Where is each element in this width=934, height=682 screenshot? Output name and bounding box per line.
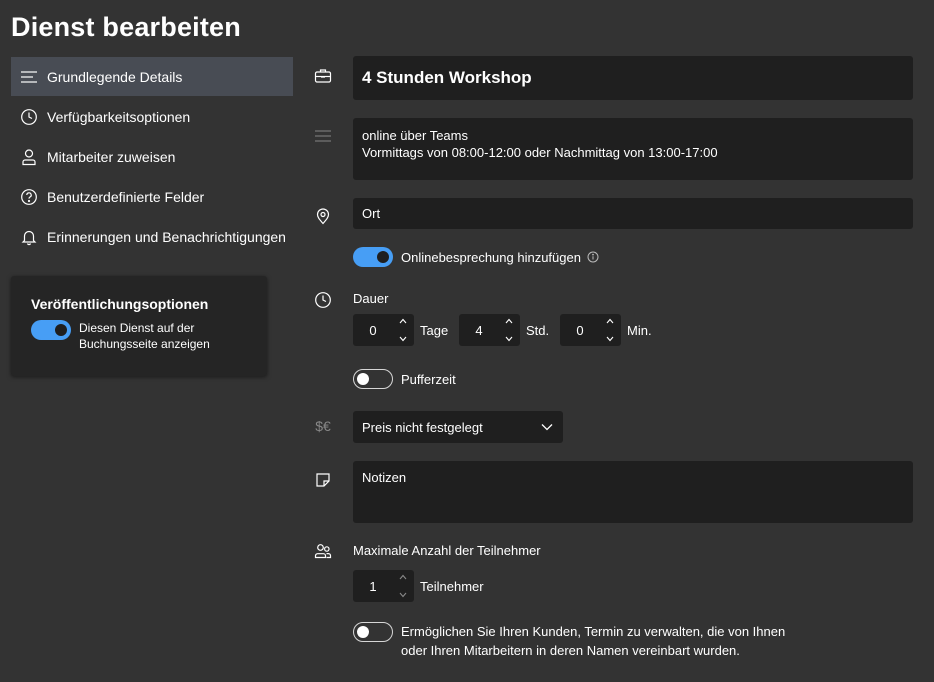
max-attendees-value: 1 [369,578,377,594]
duration-hours-unit: Std. [526,322,550,338]
max-attendees-label: Maximale Anzahl der Teilnehmer [353,543,541,558]
location-pin-icon [313,206,333,226]
nav-item-label: Mitarbeiter zuweisen [47,148,176,165]
duration-clock-icon [313,290,333,310]
customer-manage-toggle[interactable] [353,622,393,642]
show-on-booking-page-label: Diesen Dienst auf der Buchungsseite anze… [79,321,210,351]
service-name-input[interactable]: 4 Stunden Workshop [353,56,913,100]
duration-days-value: 0 [369,322,377,338]
chevron-down-icon[interactable] [605,334,615,344]
duration-minutes-group: 0 Min. [560,314,652,346]
description-lines-icon [313,126,333,146]
chevron-down-icon[interactable] [504,334,514,344]
max-attendees-unit: Teilnehmer [420,578,484,594]
publish-options-title: Veröffentlichungsoptionen [31,296,209,312]
sticky-note-icon [313,470,333,490]
bell-icon [20,228,38,246]
duration-days-unit: Tage [420,322,449,338]
nav-item-reminders[interactable]: Erinnerungen und Benachrichtigungen [11,217,293,256]
notes-textarea[interactable]: Notizen [353,461,913,523]
buffer-label: Pufferzeit [401,371,456,387]
nav-item-basic-details[interactable]: Grundlegende Details [11,57,293,96]
online-meeting-toggle[interactable] [353,247,393,267]
info-icon[interactable] [587,251,599,263]
question-icon [20,188,38,206]
description-line: Vormittags von 08:00-12:00 oder Nachmitt… [362,145,718,160]
duration-days-group: 0 Tage [353,314,448,346]
chevron-down-icon[interactable] [398,590,408,600]
location-input[interactable]: Ort [353,198,913,229]
duration-hours-value: 4 [475,322,483,338]
customer-manage-label: Ermöglichen Sie Ihren Kunden, Termin zu … [401,622,785,660]
max-attendees-group: 1 Teilnehmer [353,570,484,602]
max-attendees-stepper[interactable]: 1 [353,570,414,602]
price-dropdown-value: Preis nicht festgelegt [362,419,483,435]
chevron-down-icon [541,424,553,431]
duration-minutes-value: 0 [576,322,584,338]
show-on-booking-page-toggle[interactable] [31,320,71,340]
page-title: Dienst bearbeiten [11,12,241,42]
duration-minutes-stepper[interactable]: 0 [560,314,621,346]
chevron-down-icon[interactable] [398,334,408,344]
price-dropdown[interactable]: Preis nicht festgelegt [353,411,563,443]
briefcase-icon [313,66,333,86]
person-icon [20,148,38,166]
nav-item-label: Erinnerungen und Benachrichtigungen [47,228,286,245]
duration-hours-stepper[interactable]: 4 [459,314,520,346]
customer-manage-row: Ermöglichen Sie Ihren Kunden, Termin zu … [353,622,785,660]
chevron-up-icon[interactable] [605,316,615,326]
sidebar-nav: Grundlegende Details Verfügbarkeitsoptio… [11,57,293,257]
chevron-up-icon[interactable] [398,316,408,326]
nav-item-label: Benutzerdefinierte Felder [47,188,205,205]
duration-days-stepper[interactable]: 0 [353,314,414,346]
nav-item-label: Verfügbarkeitsoptionen [47,108,191,125]
chevron-up-icon[interactable] [504,316,514,326]
clock-icon [20,108,38,126]
chevron-up-icon[interactable] [398,572,408,582]
nav-item-label: Grundlegende Details [47,68,183,85]
description-line: online über Teams [362,128,468,143]
duration-label: Dauer [353,291,389,306]
currency-icon: $€ [315,418,331,434]
buffer-row: Pufferzeit [353,369,456,389]
nav-item-custom-fields[interactable]: Benutzerdefinierte Felder [11,177,293,216]
lines-icon [20,68,38,86]
nav-item-assign-staff[interactable]: Mitarbeiter zuweisen [11,137,293,176]
customer-manage-label-line: oder Ihren Mitarbeitern in deren Namen v… [401,643,740,658]
customer-manage-label-line: Ermöglichen Sie Ihren Kunden, Termin zu … [401,624,786,639]
online-meeting-row: Onlinebesprechung hinzufügen [353,247,599,267]
duration-minutes-unit: Min. [627,322,652,338]
duration-hours-group: 4 Std. [459,314,549,346]
buffer-toggle[interactable] [353,369,393,389]
publish-options-card: Veröffentlichungsoptionen Diesen Dienst … [11,276,267,376]
online-meeting-label: Onlinebesprechung hinzufügen [401,249,581,265]
people-icon [313,541,333,561]
nav-item-availability[interactable]: Verfügbarkeitsoptionen [11,97,293,136]
description-textarea[interactable]: online über Teams Vormittags von 08:00-1… [353,118,913,180]
